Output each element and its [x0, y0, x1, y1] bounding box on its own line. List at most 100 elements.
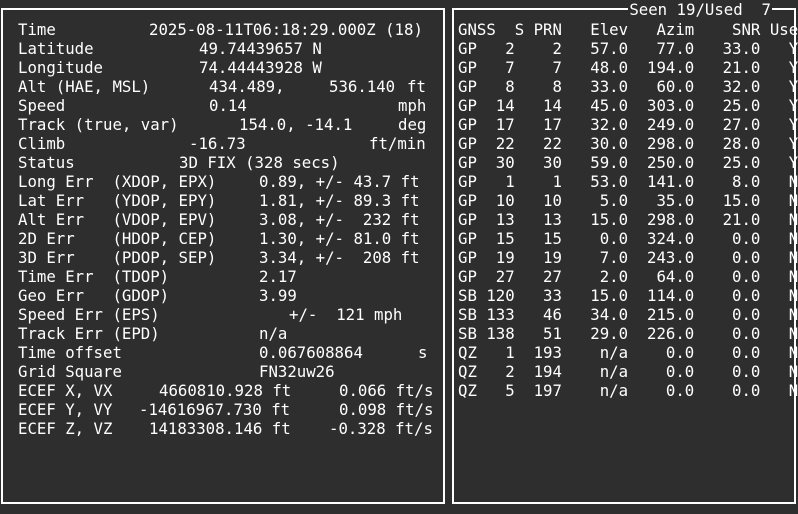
- seen-used-title: Seen 19/Used 7: [628, 0, 772, 19]
- fix-panel: Time 2025-08-11T06:18:29.000Z (18) Latit…: [1, 8, 445, 504]
- sat-svid: 15: [495, 229, 515, 248]
- sat-use: N: [788, 248, 798, 267]
- sat-gnss: GP: [458, 153, 477, 172]
- sat-prn: 197: [533, 381, 562, 400]
- grid-square-row: Grid Square FN32uw26: [3, 362, 335, 381]
- ecef-x-label: ECEF X, VX: [18, 381, 113, 400]
- sat-svid: 7: [505, 58, 515, 77]
- sat-elev: 59.0: [590, 153, 629, 172]
- time-offset-row: Time offset 0.067608864 s: [3, 343, 427, 362]
- sat-snr: 8.0: [732, 172, 761, 191]
- latitude-value: 49.74439657 N: [199, 39, 322, 58]
- ecef-y-label: ECEF Y, VY: [18, 400, 113, 419]
- ecef-x-row: ECEF X, VX 4660810.928 ft 0.066 ft/s: [3, 381, 433, 400]
- sat-snr: 0.0: [732, 343, 761, 362]
- sat-elev: 48.0: [590, 58, 629, 77]
- longitude-value: 74.44443928 W: [199, 58, 322, 77]
- longitude-row: Longitude 74.44443928 W: [3, 58, 322, 77]
- header-snr: SNR: [732, 20, 761, 39]
- time-offset-unit: s: [418, 343, 428, 362]
- sat-azim: 0.0: [665, 381, 695, 400]
- sat-prn: 1: [552, 172, 562, 191]
- time-offset-label: Time offset: [18, 343, 122, 362]
- sat-gnss: GP: [458, 96, 477, 115]
- sat-use: N: [788, 286, 798, 305]
- sat-azim: 0.0: [665, 362, 695, 381]
- sat-use: Y: [788, 134, 798, 153]
- sat-gnss: SB: [458, 324, 477, 343]
- sat-use: N: [788, 343, 798, 362]
- sat-snr: 25.0: [722, 96, 761, 115]
- sat-snr: 15.0: [722, 191, 761, 210]
- long-err-label: Long Err (XDOP, EPX): [18, 172, 217, 191]
- speed-err-row: Speed Err (EPS) +/- 121 mph: [3, 305, 402, 324]
- geo-err-value: 3.99: [259, 286, 297, 305]
- sat-gnss: SB: [458, 305, 477, 324]
- geo-err-label: Geo Err (GDOP): [18, 286, 170, 305]
- track-row: Track (true, var) 154.0, -14.1 deg: [3, 115, 426, 134]
- time-err-label: Time Err (TDOP): [18, 267, 170, 286]
- sat-prn: 46: [543, 305, 562, 324]
- speed-value: 0.14: [209, 96, 247, 115]
- sat-use: Y: [788, 58, 798, 77]
- sat-snr: 0.0: [732, 362, 761, 381]
- time-err-row: Time Err (TDOP) 2.17: [3, 267, 297, 286]
- time-value: 2025-08-11T06:18:29.000Z (18): [149, 20, 423, 39]
- sat-elev: 32.0: [590, 115, 629, 134]
- sat-snr: 0.0: [732, 229, 761, 248]
- sat-use: N: [788, 381, 798, 400]
- sat-snr: 21.0: [722, 58, 761, 77]
- lat-err-row: Lat Err (YDOP, EPY) 1.81, +/- 89.3 ft: [3, 191, 420, 210]
- lat-err-label: Lat Err (YDOP, EPY): [18, 191, 217, 210]
- sat-elev: 15.0: [590, 286, 629, 305]
- ecef-z-row: ECEF Z, VZ 14183308.146 ft -0.328 ft/s: [3, 419, 433, 438]
- sat-svid: 14: [495, 96, 515, 115]
- sat-svid: 133: [486, 305, 515, 324]
- sat-snr: 21.0: [722, 210, 761, 229]
- sat-gnss: GP: [458, 191, 477, 210]
- sat-svid: 30: [495, 153, 515, 172]
- header-prn: PRN: [533, 20, 562, 39]
- ecef-z-label: ECEF Z, VZ: [18, 419, 113, 438]
- sat-elev: 33.0: [590, 77, 629, 96]
- sat-elev: 5.0: [599, 191, 629, 210]
- sat-azim: 215.0: [647, 305, 695, 324]
- sat-svid: 138: [486, 324, 515, 343]
- sat-gnss: GP: [458, 172, 477, 191]
- sat-gnss: GP: [458, 267, 477, 286]
- sat-use: Y: [788, 77, 798, 96]
- sat-prn: 33: [543, 286, 562, 305]
- sat-azim: 0.0: [665, 343, 695, 362]
- sat-azim: 324.0: [647, 229, 695, 248]
- sat-prn: 15: [543, 229, 562, 248]
- ecef-x-velocity: 0.066 ft/s: [339, 381, 434, 400]
- sat-gnss: GP: [458, 115, 477, 134]
- sat-svid: 2: [505, 362, 515, 381]
- sat-elev: 30.0: [590, 134, 629, 153]
- sat-use: N: [788, 362, 798, 381]
- sat-azim: 298.0: [647, 210, 695, 229]
- climb-label: Climb: [18, 134, 66, 153]
- sat-prn: 7: [552, 58, 562, 77]
- sat-elev: 7.0: [599, 248, 629, 267]
- long-err-value: 0.89, +/- 43.7 ft: [259, 172, 420, 191]
- header-elev: Elev: [590, 20, 629, 39]
- sat-azim: 77.0: [656, 39, 695, 58]
- sat-azim: 249.0: [647, 115, 695, 134]
- sat-azim: 114.0: [647, 286, 695, 305]
- sat-svid: 27: [495, 267, 515, 286]
- sat-use: Y: [788, 153, 798, 172]
- sat-snr: 27.0: [722, 115, 761, 134]
- sat-snr: 0.0: [732, 267, 761, 286]
- status-row: Status 3D FIX (328 secs): [3, 153, 340, 172]
- sat-prn: 2: [552, 39, 562, 58]
- sat-use: Y: [788, 115, 798, 134]
- lat-err-value: 1.81, +/- 89.3 ft: [259, 191, 420, 210]
- satellite-panel: Seen 19/Used 7 GNSS S PRN Elev Azim SNR Use GP 2…: [452, 0, 798, 504]
- err-2d-row: 2D Err (HDOP, CEP) 1.30, +/- 81.0 ft: [3, 229, 420, 248]
- track-value: 154.0, -14.1: [239, 115, 353, 134]
- sat-gnss: GP: [458, 134, 477, 153]
- sat-azim: 243.0: [647, 248, 695, 267]
- sat-svid: 8: [505, 77, 515, 96]
- sat-elev: 45.0: [590, 96, 629, 115]
